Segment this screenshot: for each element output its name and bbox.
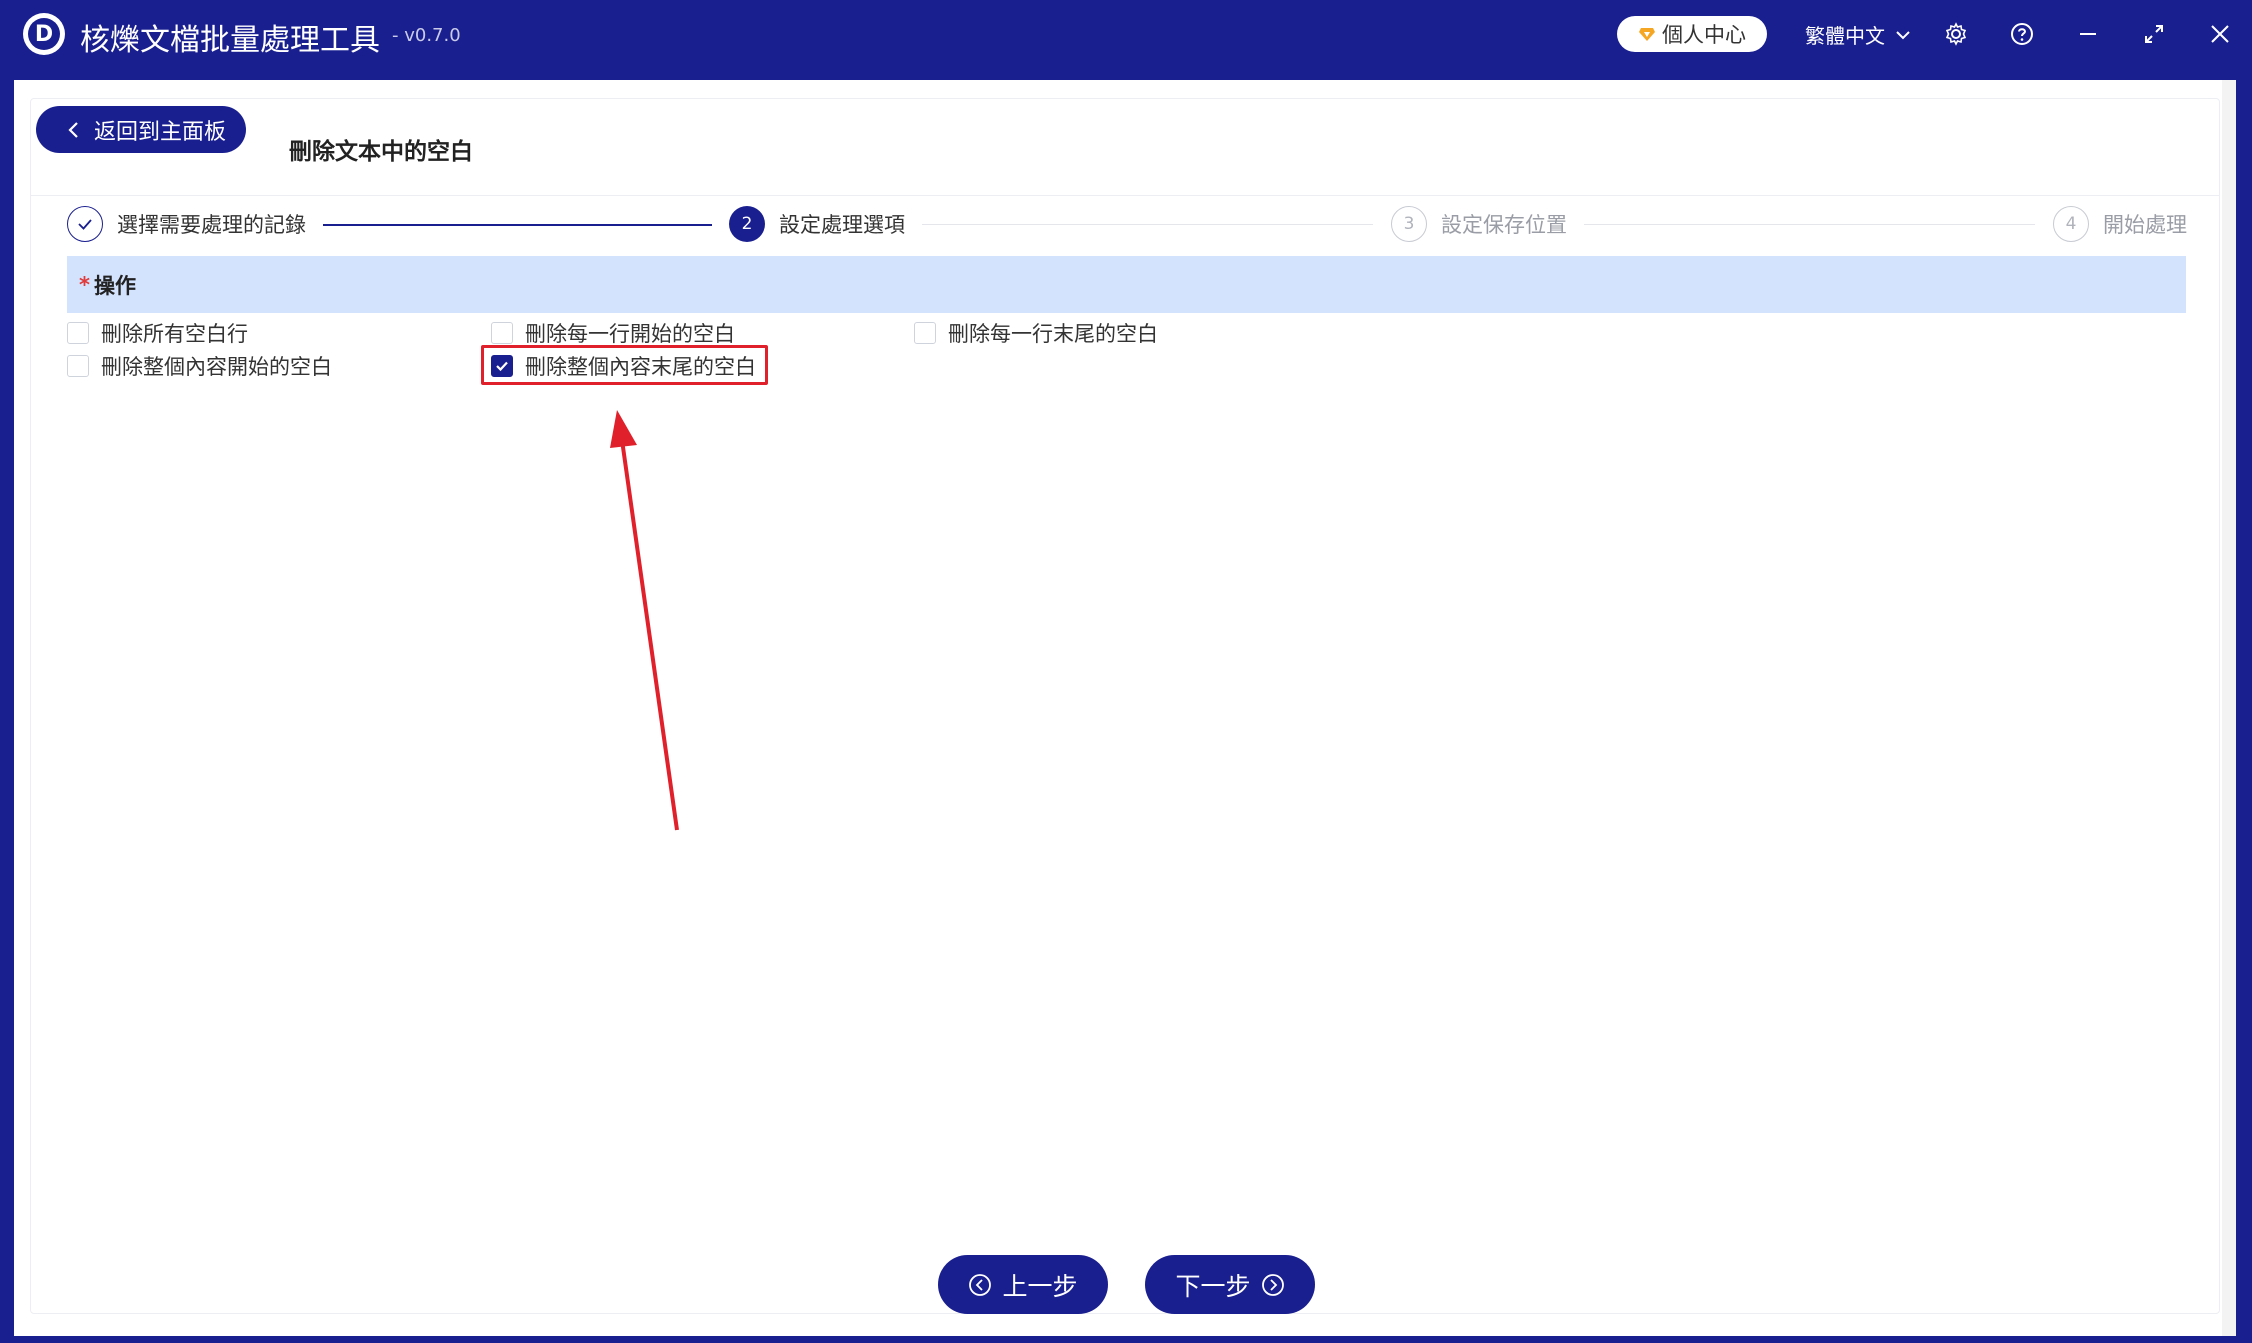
- annotation-highlight-box: [481, 345, 768, 385]
- step-2: 2 設定處理選項: [729, 206, 905, 242]
- step-connector-1: [323, 224, 712, 226]
- step-4: 4 開始處理: [2053, 206, 2187, 242]
- settings-button[interactable]: [1940, 18, 1972, 50]
- next-step-label: 下一步: [1175, 1271, 1251, 1301]
- user-center-button[interactable]: 個人中心: [1617, 16, 1767, 52]
- minimize-button[interactable]: [2072, 18, 2104, 50]
- step-1-label: 選擇需要處理的記錄: [117, 213, 306, 237]
- option-remove-line-leading-space[interactable]: 刪除每一行開始的空白: [491, 318, 735, 348]
- close-button[interactable]: [2204, 18, 2236, 50]
- step-connector-3: [1584, 224, 2035, 225]
- arrow-left-circle-icon: [969, 1273, 992, 1296]
- language-select[interactable]: 繁體中文: [1805, 20, 1911, 49]
- option-remove-content-leading-space[interactable]: 刪除整個內容開始的空白: [67, 351, 332, 381]
- diamond-icon: [1639, 28, 1655, 41]
- user-center-label: 個人中心: [1662, 23, 1746, 47]
- next-step-button[interactable]: 下一步: [1145, 1255, 1315, 1314]
- step-4-circle: 4: [2053, 206, 2089, 242]
- option-label: 刪除整個內容開始的空白: [101, 355, 332, 379]
- operation-title: 操作: [93, 273, 136, 298]
- step-3: 3 設定保存位置: [1391, 206, 1567, 242]
- help-button[interactable]: [2006, 18, 2038, 50]
- previous-step-button[interactable]: 上一步: [938, 1255, 1108, 1314]
- step-2-label: 設定處理選項: [779, 213, 905, 237]
- step-1-circle: [67, 206, 103, 242]
- checkbox[interactable]: [491, 322, 513, 344]
- check-icon: [78, 219, 92, 230]
- language-label: 繁體中文: [1805, 24, 1885, 48]
- step-2-circle: 2: [729, 206, 765, 242]
- checkbox[interactable]: [67, 355, 89, 377]
- chevron-down-icon: [1896, 30, 1910, 39]
- minimize-icon: [2080, 33, 2096, 35]
- checkbox[interactable]: [67, 322, 89, 344]
- app-version: - v0.7.0: [392, 25, 461, 46]
- gear-icon: [1945, 22, 1967, 46]
- option-label: 刪除每一行開始的空白: [525, 322, 735, 346]
- app-logo: D: [23, 13, 65, 55]
- arrow-right-circle-icon: [1261, 1273, 1284, 1296]
- step-3-label: 設定保存位置: [1441, 213, 1567, 237]
- back-button-label: 返回到主面板: [94, 119, 227, 145]
- required-mark: *: [79, 272, 90, 297]
- scrollbar[interactable]: [2222, 80, 2236, 1336]
- title-bar: D 核爍文檔批量處理工具 - v0.7.0 個人中心 繁體中文: [0, 0, 2252, 68]
- app-title: 核爍文檔批量處理工具: [80, 23, 380, 58]
- chevron-left-icon: [68, 121, 78, 138]
- step-3-circle: 3: [1391, 206, 1427, 242]
- page-title: 刪除文本中的空白: [289, 139, 473, 165]
- option-label: 刪除所有空白行: [101, 322, 248, 346]
- previous-step-label: 上一步: [1002, 1271, 1078, 1301]
- help-icon: [2011, 23, 2033, 45]
- header-divider: [30, 195, 2220, 196]
- maximize-icon: [2145, 25, 2163, 43]
- option-remove-blank-lines[interactable]: 刪除所有空白行: [67, 318, 248, 348]
- option-label: 刪除每一行末尾的空白: [948, 322, 1158, 346]
- operation-section-header: * 操作: [67, 256, 2186, 313]
- app-logo-letter: D: [28, 18, 60, 50]
- close-icon: [2211, 25, 2229, 43]
- back-to-dashboard-button[interactable]: 返回到主面板: [36, 106, 246, 153]
- step-connector-2: [922, 224, 1373, 225]
- option-remove-line-trailing-space[interactable]: 刪除每一行末尾的空白: [914, 318, 1158, 348]
- maximize-button[interactable]: [2138, 18, 2170, 50]
- step-1: 選擇需要處理的記錄: [67, 206, 306, 242]
- checkbox[interactable]: [914, 322, 936, 344]
- step-4-label: 開始處理: [2103, 213, 2187, 237]
